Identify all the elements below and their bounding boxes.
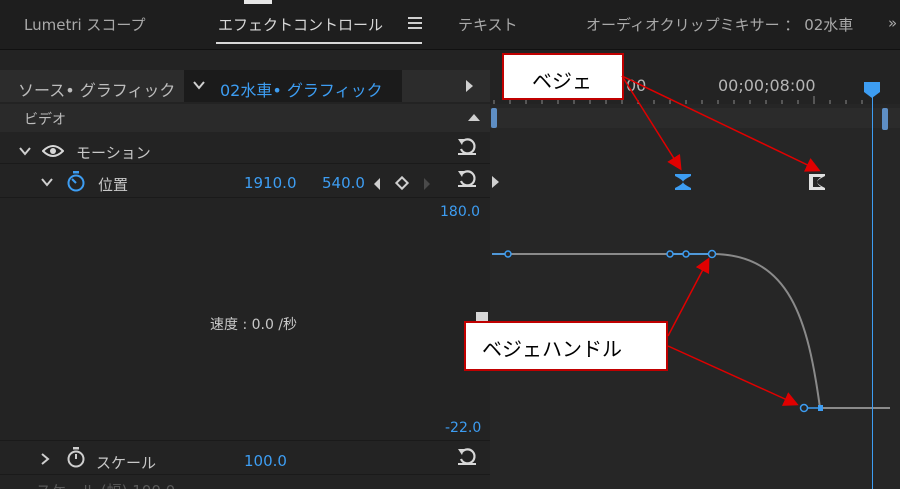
bezier-handle-mid[interactable] [666, 249, 717, 259]
panel-menu-icon[interactable] [408, 17, 422, 29]
chevron-right-icon[interactable] [38, 452, 52, 466]
reset-icon[interactable] [456, 168, 478, 188]
tab-lumetri-scopes[interactable]: Lumetri スコープ [24, 14, 146, 35]
video-section-label: ビデオ [24, 112, 66, 128]
scale-width-row: スケール (幅) 100.0 [36, 480, 175, 489]
position-x-value[interactable]: 1910.0 [244, 174, 297, 192]
play-icon[interactable] [466, 80, 473, 92]
chevron-down-icon[interactable] [18, 144, 32, 158]
playhead-line [872, 92, 873, 489]
tab-audio-clip-mixer[interactable]: オーディオクリップミキサー ： 02水車 [586, 14, 853, 35]
active-tab-underline [216, 42, 422, 44]
motion-label: モーション [76, 144, 151, 162]
video-section-header: ビデオ [0, 104, 490, 132]
chevron-down-icon [193, 81, 205, 90]
tab-effect-controls[interactable]: エフェクトコントロール [218, 14, 383, 35]
scale-label: スケール [96, 454, 157, 472]
bezier-handle-end[interactable] [799, 403, 824, 413]
bezier-handle-start[interactable] [492, 250, 512, 258]
collapse-up-icon[interactable] [468, 114, 480, 121]
more-tabs-icon[interactable]: » [888, 14, 897, 32]
speed-readout: 速度 : 0.0 /秒 [210, 317, 298, 333]
reset-icon[interactable] [456, 446, 478, 466]
clip-dropdown-value: 02水車• グラフィック [220, 81, 383, 100]
playhead-icon[interactable] [864, 82, 880, 98]
source-row: ソース• グラフィック 02水車• グラフィック [0, 70, 490, 102]
clip-dropdown[interactable]: 02水車• グラフィック [184, 70, 402, 102]
chevron-down-icon[interactable] [40, 175, 54, 189]
divider [0, 197, 490, 198]
divider [0, 163, 490, 164]
callout-bezier-handle: ベジェハンドル [464, 321, 668, 371]
scale-value[interactable]: 100.0 [244, 452, 287, 470]
tab-text[interactable]: テキスト [458, 14, 518, 35]
position-label: 位置 [98, 176, 129, 194]
graph-max-value: 180.0 [440, 204, 481, 220]
stopwatch-icon[interactable] [66, 170, 86, 192]
previous-keyframe-icon[interactable] [374, 178, 380, 190]
divider [0, 440, 490, 441]
reset-icon[interactable] [456, 136, 478, 156]
add-keyframe-icon[interactable] [394, 175, 410, 191]
callout-bezier: ベジェ [502, 53, 624, 100]
tab-top-marker [244, 0, 272, 4]
divider [0, 474, 490, 475]
next-keyframe-icon[interactable] [424, 178, 430, 190]
graph-min-value: -22.0 [445, 420, 482, 436]
position-y-value[interactable]: 540.0 [322, 174, 365, 192]
eye-icon[interactable] [42, 144, 64, 158]
panel-tab-bar: Lumetri スコープ エフェクトコントロール テキスト オーディオクリップミ… [0, 0, 900, 50]
source-label: ソース• グラフィック [18, 81, 176, 100]
stopwatch-icon[interactable] [66, 446, 86, 468]
value-graph [492, 249, 890, 413]
effect-controls-panel: ソース• グラフィック 02水車• グラフィック ビデオ モーション 位置 19… [0, 50, 490, 489]
timeline-panel: 00 00;00;08:00 [490, 50, 900, 489]
